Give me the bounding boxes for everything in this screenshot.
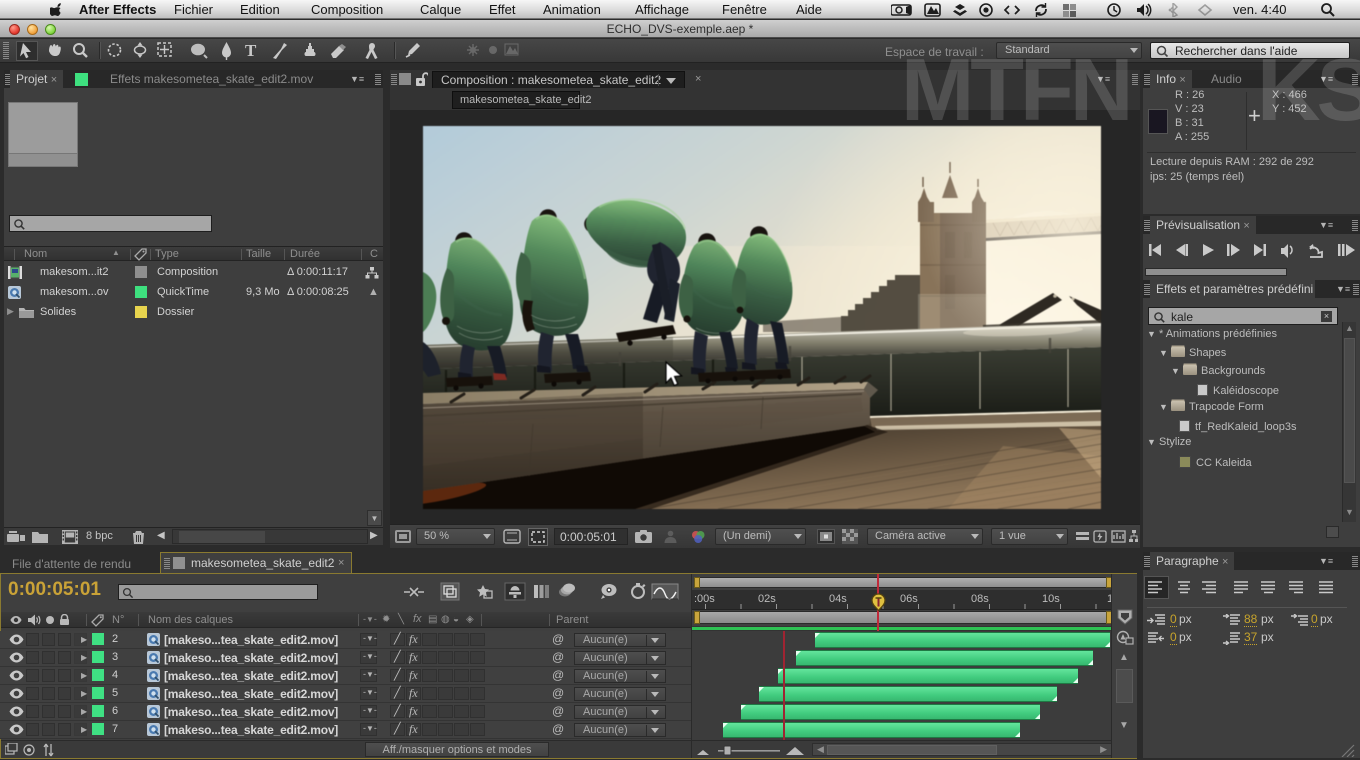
svg-text:T: T bbox=[245, 41, 257, 60]
